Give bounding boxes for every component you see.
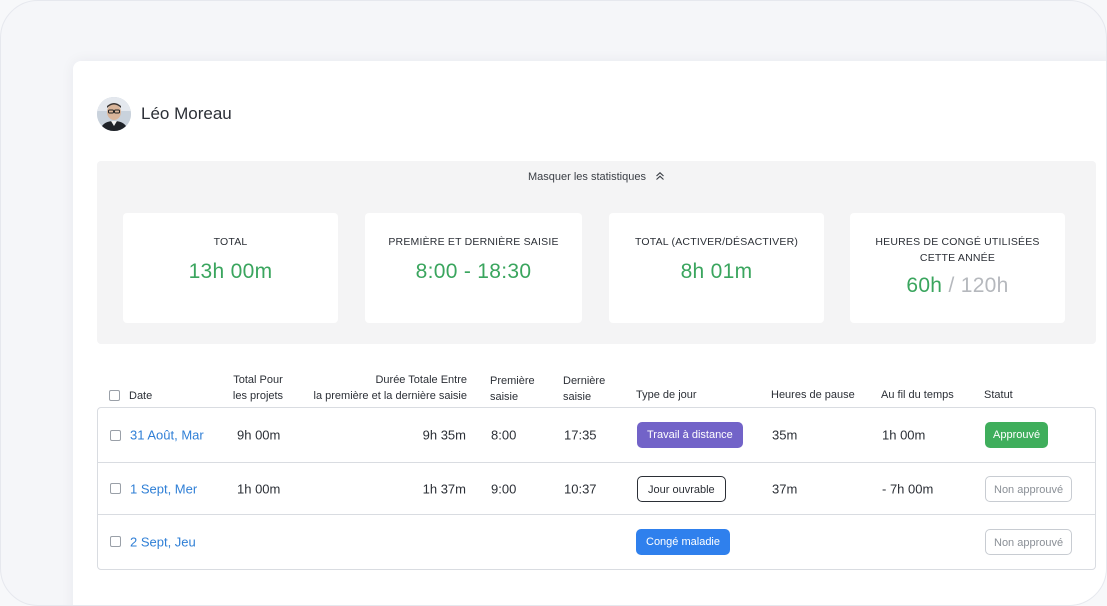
day-type-badge[interactable]: Travail à distance	[637, 422, 743, 448]
header-last-entry: Dernière saisie	[563, 373, 605, 405]
row-duration: 1h 37m	[422, 481, 466, 496]
header-day-type: Type de jour	[636, 389, 697, 401]
table-row: 1 Sept, Mer 1h 00m 1h 37m 9:00 10:37 Jou…	[98, 463, 1095, 515]
hide-statistics-toggle[interactable]: Masquer les statistiques	[97, 171, 1096, 184]
header-first-entry: Première saisie	[490, 373, 535, 405]
leave-limit: 120h	[960, 274, 1009, 297]
stat-value: 13h 00m	[188, 260, 273, 283]
leave-used: 60h	[906, 274, 943, 297]
statistics-section: Masquer les statistiques TOTAL 13h 00m P…	[97, 161, 1096, 344]
row-date-link[interactable]: 31 Août, Mar	[130, 428, 204, 443]
row-first-entry: 8:00	[491, 427, 517, 443]
row-first-entry: 9:00	[491, 481, 517, 496]
header-date: Date	[129, 390, 153, 402]
header-status: Statut	[984, 389, 1013, 401]
day-type-badge[interactable]: Congé maladie	[636, 529, 730, 555]
row-date-link[interactable]: 2 Sept, Jeu	[130, 535, 196, 550]
header-duration-line2: la première et la dernière saisie	[313, 390, 467, 402]
header-timeline: Au fil du temps	[881, 389, 954, 401]
status-badge[interactable]: Approuvé	[985, 422, 1049, 448]
header-total-projects: Total Pour les projets	[229, 372, 287, 404]
row-timeline: 1h 00m	[882, 427, 926, 443]
stat-card-total: TOTAL 13h 00m	[123, 213, 338, 323]
avatar	[97, 97, 131, 131]
stat-value: 60h / 120h	[850, 274, 1065, 298]
stat-card-first-last: PREMIÈRE ET DERNIÈRE SAISIE 8:00 - 18:30	[365, 213, 582, 323]
header-duration: Durée Totale Entre la première et la der…	[301, 372, 467, 404]
status-badge[interactable]: Non approuvé	[985, 529, 1073, 555]
row-total: 1h 00m	[237, 481, 281, 496]
stat-label: HEURES DE CONGÉ UTILISÉES CETTE ANNÉE	[875, 236, 1040, 264]
stat-value: 8:00 - 18:30	[415, 260, 532, 283]
stat-label: PREMIÈRE ET DERNIÈRE SAISIE	[388, 236, 559, 248]
status-badge[interactable]: Non approuvé	[985, 475, 1073, 502]
stat-label: TOTAL	[213, 236, 248, 248]
day-type-badge[interactable]: Jour ouvrable	[637, 475, 726, 502]
row-duration: 9h 35m	[422, 427, 466, 443]
row-date-link[interactable]: 1 Sept, Mer	[130, 481, 197, 496]
stat-card-toggle-total: TOTAL (ACTIVER/DÉSACTIVER) 8h 01m	[609, 213, 824, 323]
table-row: 31 Août, Mar 9h 00m 9h 35m 8:00 17:35 Tr…	[98, 408, 1095, 463]
header-duration-line1: Durée Totale Entre	[375, 374, 467, 386]
stat-value: 8h 01m	[680, 260, 753, 283]
row-total: 9h 00m	[237, 427, 281, 443]
row-break-hours: 37m	[772, 481, 798, 496]
header-break-hours: Heures de pause	[771, 389, 855, 401]
user-name: Léo Moreau	[141, 104, 232, 123]
row-last-entry: 10:37	[564, 481, 597, 496]
stat-card-leave-hours: HEURES DE CONGÉ UTILISÉES CETTE ANNÉE 60…	[850, 213, 1065, 323]
user-header: Léo Moreau	[97, 97, 232, 131]
header-first-entry-line2: saisie	[490, 391, 519, 403]
row-break-hours: 35m	[772, 427, 798, 443]
chevron-double-up-icon	[655, 171, 665, 184]
timesheet-table: 31 Août, Mar 9h 00m 9h 35m 8:00 17:35 Tr…	[97, 407, 1096, 570]
row-timeline: - 7h 00m	[882, 481, 934, 496]
select-all-checkbox[interactable]	[109, 390, 120, 401]
header-total-projects-line2: les projets	[232, 390, 284, 402]
row-last-entry: 17:35	[564, 427, 597, 443]
row-checkbox[interactable]	[110, 483, 121, 494]
hide-statistics-label: Masquer les statistiques	[527, 171, 646, 183]
header-last-entry-line1: Dernière	[563, 375, 606, 387]
header-total-projects-line1: Total Pour	[233, 374, 283, 386]
timesheet-panel: Léo Moreau Masquer les statistiques TOTA…	[73, 61, 1106, 605]
outer-frame: Léo Moreau Masquer les statistiques TOTA…	[0, 0, 1107, 606]
row-checkbox[interactable]	[110, 536, 121, 547]
table-row: 2 Sept, Jeu Congé maladie Non approuvé	[98, 515, 1095, 569]
stat-label: TOTAL (ACTIVER/DÉSACTIVER)	[634, 236, 799, 248]
leave-separator: /	[948, 274, 955, 297]
row-checkbox[interactable]	[110, 430, 121, 441]
header-first-entry-line1: Première	[490, 375, 535, 387]
header-last-entry-line2: saisie	[563, 391, 592, 403]
